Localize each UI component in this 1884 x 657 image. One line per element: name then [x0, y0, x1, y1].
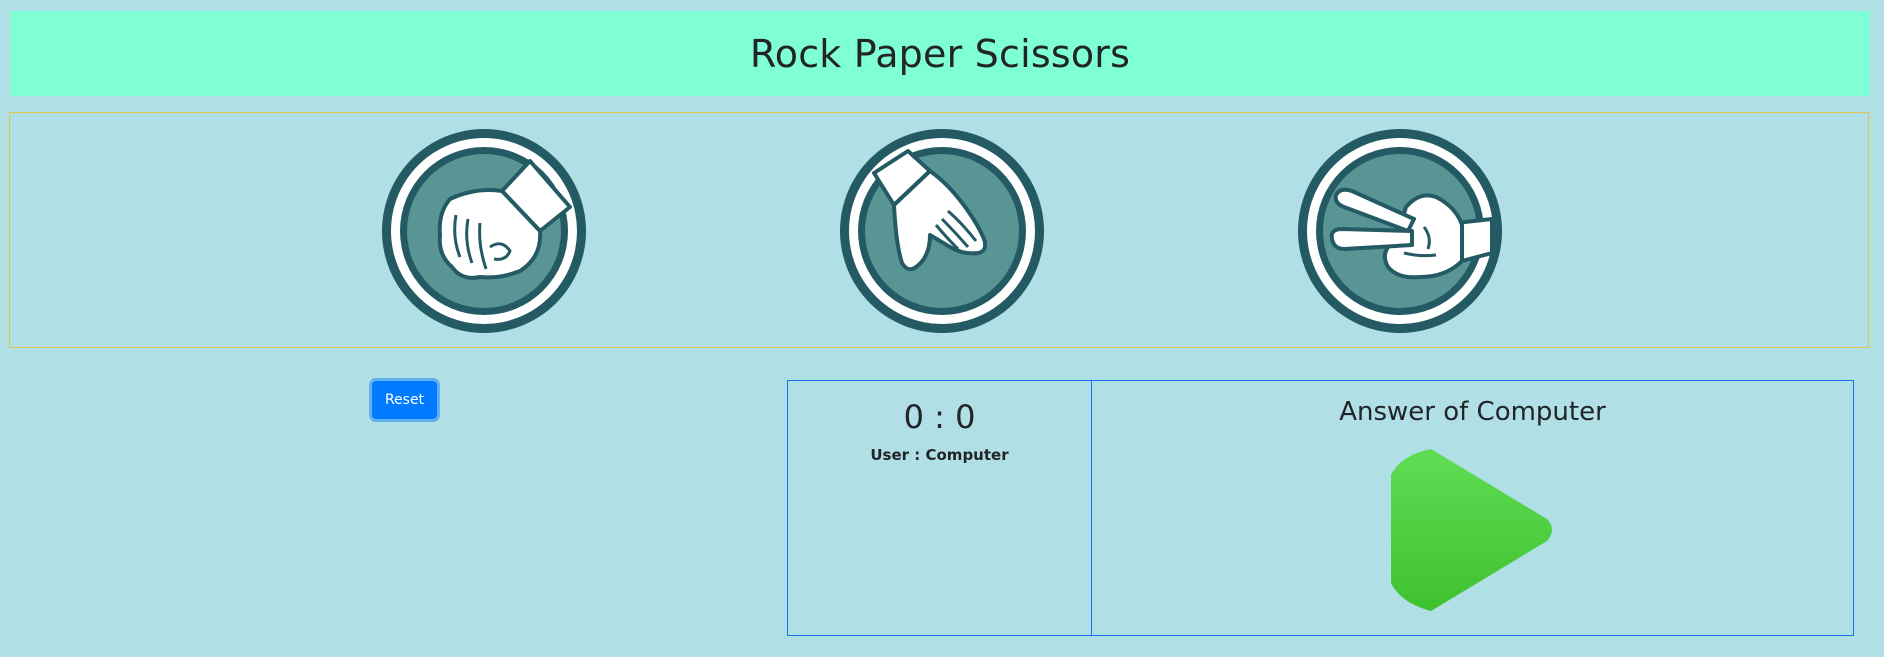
- rock-choice-button[interactable]: [380, 127, 588, 335]
- choices-panel: [9, 112, 1869, 348]
- rock-fist-icon: [382, 129, 586, 333]
- paper-choice-button[interactable]: [838, 127, 1046, 335]
- page-title: Rock Paper Scissors: [749, 31, 1131, 76]
- play-icon: [1391, 449, 1552, 611]
- score-panel: 0 : 0 User : Computer: [787, 380, 1092, 636]
- computer-answer-panel: Answer of Computer: [1091, 380, 1854, 636]
- answer-title: Answer of Computer: [1339, 397, 1606, 427]
- scissors-hand-icon: [1298, 129, 1502, 333]
- paper-hand-icon: [840, 129, 1044, 333]
- reset-button[interactable]: Reset: [372, 381, 437, 419]
- scissors-choice-button[interactable]: [1296, 127, 1504, 335]
- page: Rock Paper Scissors Reset 0: 0 User: C…: [0, 0, 1884, 657]
- score-value: 0 : 0: [903, 398, 976, 436]
- score-caption: User : Computer: [870, 446, 1009, 464]
- header-banner: Rock Paper Scissors: [10, 11, 1870, 96]
